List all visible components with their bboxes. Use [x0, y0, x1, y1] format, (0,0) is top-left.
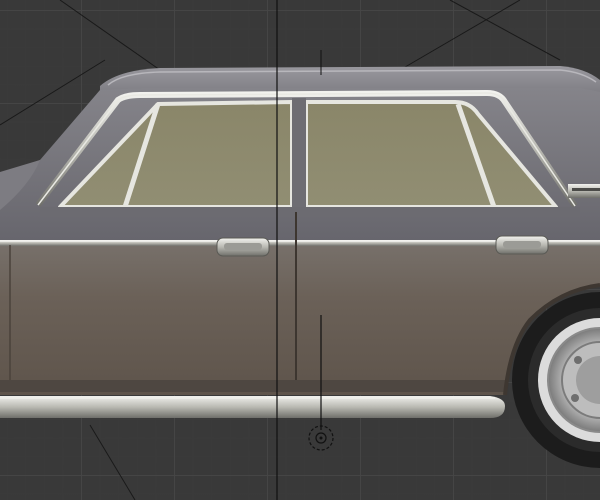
rocker-chrome-trim [0, 396, 505, 418]
rear-door-handle [495, 235, 549, 255]
car-side-view-render [0, 0, 600, 500]
reference-line [89, 424, 136, 500]
rear-trim-slot [572, 188, 600, 191]
reference-line [399, 0, 521, 71]
window-sill [40, 207, 580, 217]
rocker-panel [0, 380, 505, 392]
front-door-handle [216, 237, 270, 257]
3d-viewport[interactable] [0, 0, 600, 500]
b-pillar [292, 98, 306, 210]
reference-line [59, 0, 161, 71]
